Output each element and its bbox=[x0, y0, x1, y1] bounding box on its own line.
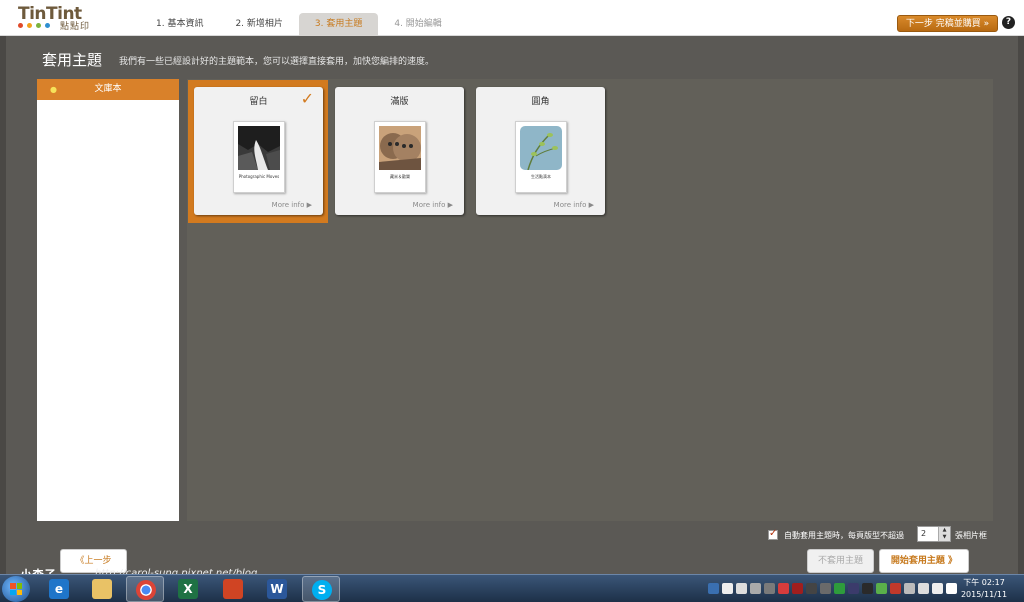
sidebar-item-bunkobon[interactable]: ● 文庫本 bbox=[37, 79, 179, 100]
theme-thumbnail: 生活點滴本 bbox=[515, 121, 567, 193]
clock-date: 2015/11/11 bbox=[960, 590, 1008, 599]
folder-icon bbox=[92, 579, 112, 599]
skype-icon: S bbox=[312, 580, 332, 600]
excel-taskbar-button[interactable]: X bbox=[169, 576, 207, 602]
more-info-label: More info bbox=[271, 201, 305, 209]
cats-photo bbox=[379, 126, 421, 170]
tab-start-edit[interactable]: 4. 開始編輯 bbox=[378, 13, 457, 36]
more-info-label: More info bbox=[412, 201, 446, 209]
explorer-taskbar-button[interactable] bbox=[83, 576, 121, 602]
tray-icon[interactable] bbox=[764, 583, 775, 594]
start-button[interactable] bbox=[2, 576, 30, 602]
page-title: 套用主題 bbox=[42, 51, 103, 69]
network-icon[interactable] bbox=[918, 583, 929, 594]
clock[interactable]: 下午 02:17 2015/11/11 bbox=[958, 577, 1010, 601]
checkmark-icon: ✓ bbox=[300, 89, 314, 108]
theme-card-yuanjiao[interactable]: 圓角 生活點滴本 More info ▶ bbox=[476, 87, 605, 215]
theme-card-manban[interactable]: 滿版 藏米＆歡樂 More info ▶ bbox=[335, 87, 464, 215]
tray-icon[interactable] bbox=[834, 583, 845, 594]
excel-icon: X bbox=[178, 579, 198, 599]
app-taskbar-button[interactable] bbox=[214, 576, 252, 602]
next-complete-buy-button[interactable]: 下一步 完稿並購買 » bbox=[897, 15, 998, 32]
tab-basic-info[interactable]: 1. 基本資訊 bbox=[140, 13, 219, 36]
sidebar-item-label: 文庫本 bbox=[94, 84, 122, 94]
logo-subtext: 點點印 bbox=[60, 22, 91, 32]
system-tray bbox=[708, 579, 957, 599]
word-taskbar-button[interactable]: W bbox=[258, 576, 296, 602]
more-info-label: More info bbox=[553, 201, 587, 209]
more-info-link[interactable]: More info ▶ bbox=[554, 201, 594, 209]
ie-icon: e bbox=[49, 579, 69, 599]
ie-taskbar-button[interactable]: e bbox=[40, 576, 78, 602]
tray-icon[interactable] bbox=[820, 583, 831, 594]
plant-photo bbox=[520, 126, 562, 170]
tray-icon[interactable] bbox=[848, 583, 859, 594]
max-photos-value: 2 bbox=[921, 529, 927, 538]
skype-taskbar-button[interactable]: S bbox=[302, 576, 340, 602]
thumbnail-caption: Photographic Moves bbox=[238, 174, 280, 179]
top-bar: TinTint 點點印 1. 基本資訊 2. 新增相片 3. 套用主題 4. 開… bbox=[0, 0, 1024, 36]
theme-thumbnail: Photographic Moves bbox=[233, 121, 285, 193]
theme-category-sidebar: ● 文庫本 bbox=[37, 79, 179, 521]
tray-icon[interactable] bbox=[750, 583, 761, 594]
thumbnail-caption: 生活點滴本 bbox=[531, 174, 551, 179]
question-icon[interactable]: ? bbox=[1002, 16, 1015, 29]
tray-icon[interactable] bbox=[792, 583, 803, 594]
thumbnail-caption: 藏米＆歡樂 bbox=[390, 174, 410, 179]
step-tabs: 1. 基本資訊 2. 新增相片 3. 套用主題 4. 開始編輯 bbox=[140, 13, 458, 36]
page-description: 我們有一些已經設計好的主題範本，您可以選擇直接套用，加快您編排的速度。 bbox=[119, 57, 435, 67]
theme-name: 滿版 bbox=[390, 97, 409, 107]
more-info-link[interactable]: More info ▶ bbox=[413, 201, 453, 209]
tab-add-photos[interactable]: 2. 新增相片 bbox=[219, 13, 298, 36]
no-apply-theme-button[interactable]: 不套用主題 bbox=[807, 549, 874, 573]
start-apply-theme-button[interactable]: 開始套用主題 》 bbox=[879, 549, 969, 573]
tab-apply-theme[interactable]: 3. 套用主題 bbox=[298, 13, 379, 36]
stepper-arrows-icon[interactable]: ▲ ▼ bbox=[938, 527, 950, 541]
auto-apply-checkbox[interactable] bbox=[768, 528, 778, 540]
theme-thumbnail: 藏米＆歡樂 bbox=[374, 121, 426, 193]
auto-apply-label: 自動套用主題時，每頁版型不超過 bbox=[784, 531, 904, 540]
more-info-link[interactable]: More info ▶ bbox=[272, 201, 312, 209]
bullet-icon: ● bbox=[50, 85, 57, 94]
chrome-icon bbox=[136, 580, 156, 600]
clock-time: 下午 02:17 bbox=[963, 578, 1005, 587]
logo-dots bbox=[18, 23, 50, 28]
tray-icon[interactable] bbox=[862, 583, 873, 594]
chrome-taskbar-button[interactable] bbox=[126, 576, 164, 602]
tray-icon[interactable] bbox=[778, 583, 789, 594]
theme-card-liubai[interactable]: 留白 ✓ Photographic Moves More info ▶ bbox=[194, 87, 323, 215]
windows-logo-icon bbox=[10, 583, 22, 595]
tray-icon[interactable] bbox=[876, 583, 887, 594]
tray-icon[interactable] bbox=[722, 583, 733, 594]
word-icon: W bbox=[267, 579, 287, 599]
windows-taskbar: e X W S 下午 02:17 2015/11/11 bbox=[0, 574, 1024, 602]
tray-icon[interactable] bbox=[806, 583, 817, 594]
tray-icon[interactable] bbox=[736, 583, 747, 594]
tray-icon[interactable] bbox=[890, 583, 901, 594]
tray-icon[interactable] bbox=[904, 583, 915, 594]
tintint-logo[interactable]: TinTint 點點印 bbox=[18, 4, 98, 32]
frame-label: 張相片框 bbox=[955, 531, 987, 540]
volume-icon[interactable] bbox=[932, 583, 943, 594]
theme-name: 圓角 bbox=[531, 97, 550, 107]
max-photos-stepper[interactable]: 2 ▲ ▼ bbox=[917, 526, 951, 542]
app-icon bbox=[223, 579, 243, 599]
tray-icon[interactable] bbox=[708, 583, 719, 594]
bw-waterfall-photo bbox=[238, 126, 280, 170]
flag-icon[interactable] bbox=[946, 583, 957, 594]
